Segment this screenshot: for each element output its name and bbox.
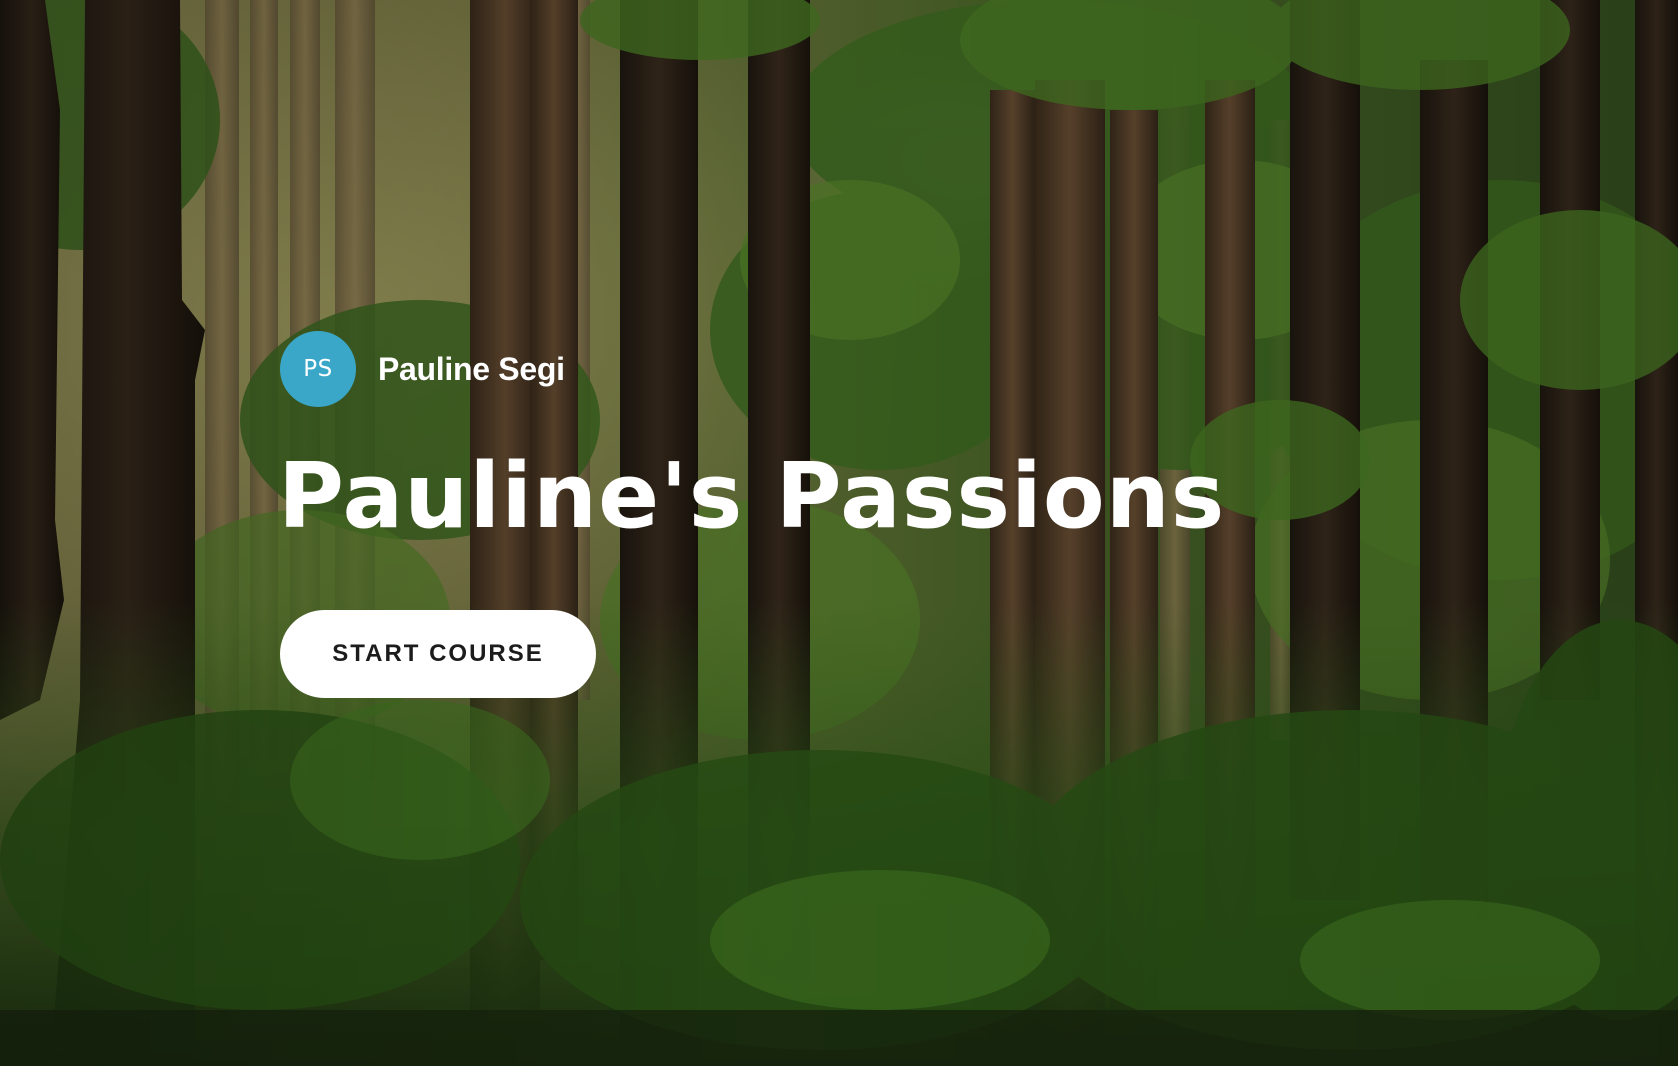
start-course-button[interactable]: START COURSE [280,610,596,698]
author-avatar: PS [280,331,356,407]
course-cover: PS Pauline Segi Pauline's Passions START… [0,0,1678,1066]
cover-content: PS Pauline Segi Pauline's Passions START… [278,331,1380,698]
author-name: Pauline Segi [378,350,565,387]
course-title: Pauline's Passions [278,444,1226,549]
author-info: PS Pauline Segi [280,331,1380,407]
